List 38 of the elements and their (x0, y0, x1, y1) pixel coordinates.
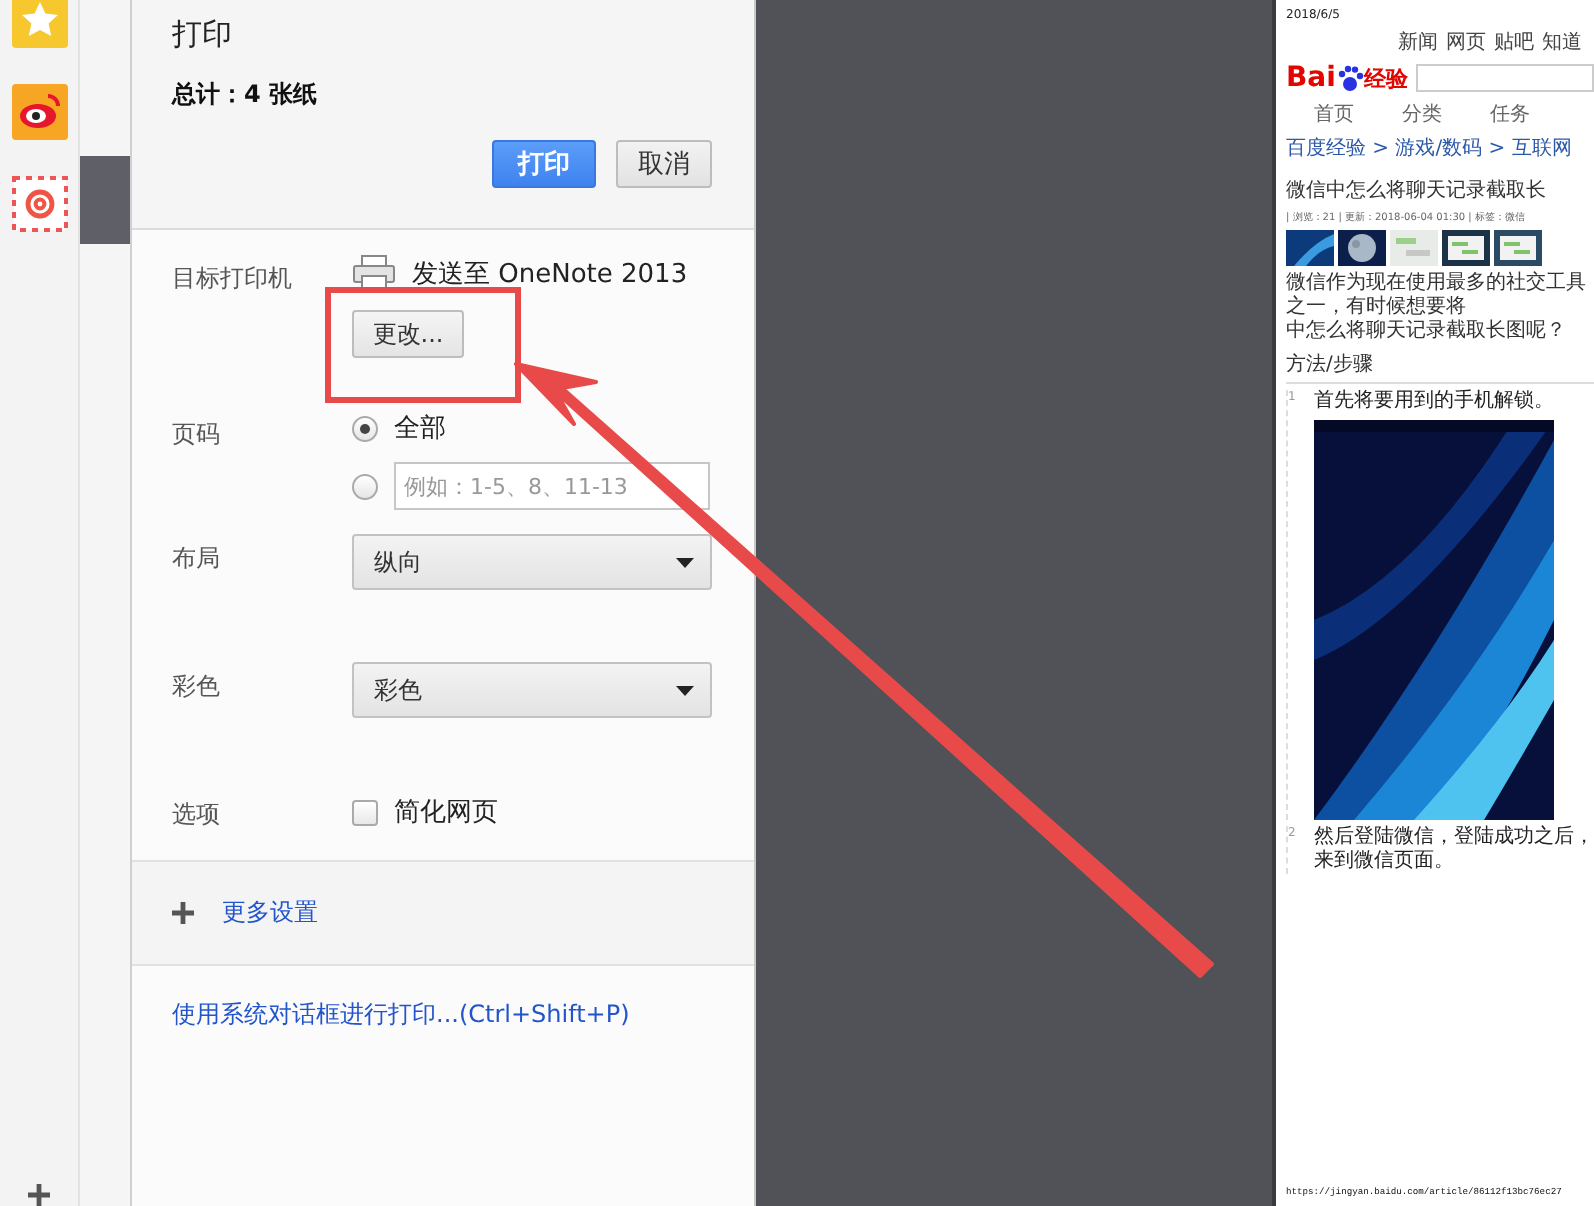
setting-label: 目标打印机 (172, 262, 294, 296)
tab-label: 分类 (1402, 101, 1442, 128)
plus-icon[interactable] (172, 902, 194, 924)
intro-text: 微信作为现在使用最多的社交工具之一，有时候想要将 (1286, 272, 1588, 319)
page-range-field[interactable]: 例如：1-5、8、11-13 (394, 462, 710, 510)
more-settings-link[interactable]: 更多设置 (222, 896, 318, 930)
setting-label: 页码 (172, 418, 222, 452)
eye-icon[interactable] (11, 84, 67, 140)
setting-label: 布局 (172, 542, 222, 576)
intro-text: 中怎么将聊天记录截取长图呢？ (1286, 320, 1568, 344)
sheet-count: 总计：4 张纸 (172, 78, 320, 112)
breadcrumb: 百度经验 > 游戏/数码 > 互联网 (1286, 135, 1574, 162)
tab-label: 任务 (1490, 102, 1530, 128)
checkbox[interactable] (352, 799, 378, 825)
dropdown[interactable]: 纵向 (352, 534, 712, 590)
star-icon[interactable] (11, 0, 67, 48)
option-label: 简化网页 (394, 796, 498, 830)
printer-name: 发送至 OneNote 2013 (412, 258, 688, 292)
cancel-button[interactable]: 取消 (616, 140, 712, 188)
setting-label: 选项 (172, 798, 222, 832)
step-text: 首先将要用到的手机解锁。 (1314, 390, 1556, 414)
radio-button[interactable] (352, 473, 378, 499)
option-label: 全部 (394, 412, 446, 446)
article-title: 微信中怎么将聊天记录截取长 (1286, 177, 1548, 204)
section-heading: 方法/步骤 (1286, 350, 1594, 384)
tab-label: 首页 (1314, 102, 1354, 128)
setting-label: 彩色 (172, 670, 222, 704)
add-icon[interactable] (28, 1184, 50, 1206)
logo: Bai 经验 (1286, 62, 1408, 94)
dialog-title: 打印 (172, 16, 234, 54)
caret-icon (676, 557, 694, 567)
dropdown[interactable]: 彩色 (352, 662, 712, 718)
panel-strip (80, 156, 130, 244)
radio-button[interactable] (352, 415, 378, 441)
caret-icon (676, 685, 694, 695)
system-dialog-link[interactable]: 使用系统对话框进行打印...(Ctrl+Shift+P) (172, 1000, 630, 1028)
change-button[interactable]: 更改... (352, 310, 464, 358)
step-text: 然后登陆微信，登陆成功之后，来到微信页面。 (1314, 826, 1594, 874)
